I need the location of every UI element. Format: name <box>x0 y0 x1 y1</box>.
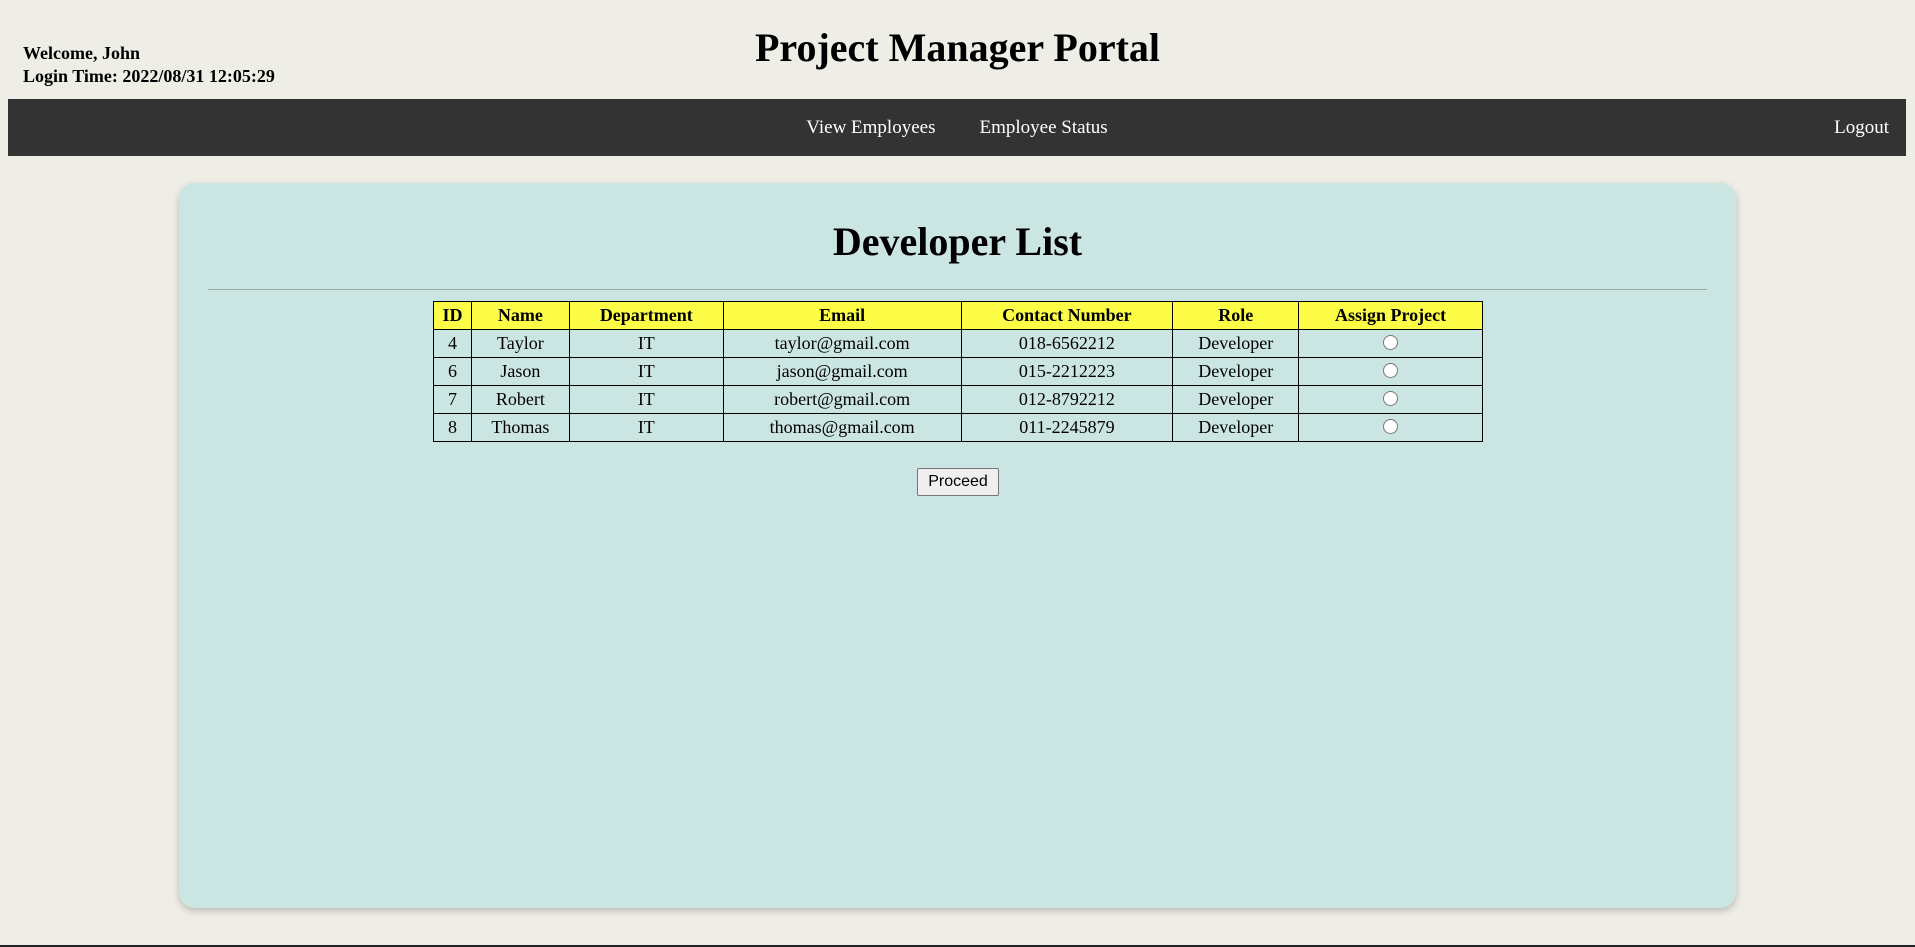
top-navbar: View Employees Employee Status Logout <box>8 99 1906 156</box>
table-row: 8 Thomas IT thomas@gmail.com 011-2245879… <box>433 413 1483 442</box>
cell-assign-project <box>1298 413 1483 442</box>
table-row: 4 Taylor IT taylor@gmail.com 018-6562212… <box>433 329 1483 358</box>
cell-email: taylor@gmail.com <box>722 329 962 358</box>
logout-link[interactable]: Logout <box>1834 117 1889 139</box>
nav-logout-container: Logout <box>1834 99 1889 156</box>
table-row: 7 Robert IT robert@gmail.com 012-8792212… <box>433 385 1483 414</box>
cell-email: jason@gmail.com <box>722 357 962 386</box>
cell-email: thomas@gmail.com <box>722 413 962 442</box>
cell-contact: 015-2212223 <box>960 357 1174 386</box>
cell-id: 6 <box>433 357 472 386</box>
title-divider <box>208 289 1707 290</box>
assign-project-radio[interactable] <box>1383 363 1399 379</box>
column-header-role: Role <box>1172 301 1300 330</box>
developer-list-card: Developer List ID Name Department Email … <box>179 183 1736 908</box>
cell-assign-project <box>1298 329 1483 358</box>
cell-department: IT <box>568 329 724 358</box>
cell-contact: 012-8792212 <box>960 385 1174 414</box>
cell-department: IT <box>568 385 724 414</box>
cell-id: 4 <box>433 329 472 358</box>
cell-id: 8 <box>433 413 472 442</box>
portal-title: Project Manager Portal <box>754 25 1161 70</box>
cell-contact: 011-2245879 <box>960 413 1174 442</box>
cell-role: Developer <box>1172 357 1300 386</box>
column-header-assign-project: Assign Project <box>1298 301 1483 330</box>
developer-list-title: Developer List <box>832 219 1083 264</box>
cell-department: IT <box>568 357 724 386</box>
cell-name: Jason <box>470 357 570 386</box>
cell-assign-project <box>1298 385 1483 414</box>
cell-email: robert@gmail.com <box>722 385 962 414</box>
assign-project-radio[interactable] <box>1383 335 1399 351</box>
column-header-id: ID <box>433 301 472 330</box>
column-header-email: Email <box>722 301 962 330</box>
nav-view-employees-link[interactable]: View Employees <box>806 117 935 139</box>
cell-role: Developer <box>1172 413 1300 442</box>
column-header-department: Department <box>568 301 724 330</box>
nav-employee-status-link[interactable]: Employee Status <box>979 117 1107 139</box>
column-header-contact-number: Contact Number <box>960 301 1174 330</box>
cell-role: Developer <box>1172 385 1300 414</box>
proceed-button[interactable]: Proceed <box>917 468 999 496</box>
developer-table: ID Name Department Email Contact Number … <box>433 301 1483 442</box>
page-header: Welcome, John Login Time: 2022/08/31 12:… <box>0 0 1915 99</box>
cell-department: IT <box>568 413 724 442</box>
cell-id: 7 <box>433 385 472 414</box>
cell-name: Taylor <box>470 329 570 358</box>
cell-name: Robert <box>470 385 570 414</box>
cell-assign-project <box>1298 357 1483 386</box>
assign-project-radio[interactable] <box>1383 391 1399 407</box>
cell-name: Thomas <box>470 413 570 442</box>
table-row: 6 Jason IT jason@gmail.com 015-2212223 D… <box>433 357 1483 386</box>
cell-role: Developer <box>1172 329 1300 358</box>
nav-center-links: View Employees Employee Status <box>8 99 1906 156</box>
table-header-row: ID Name Department Email Contact Number … <box>433 301 1483 330</box>
column-header-name: Name <box>470 301 570 330</box>
assign-project-radio[interactable] <box>1383 419 1399 435</box>
cell-contact: 018-6562212 <box>960 329 1174 358</box>
